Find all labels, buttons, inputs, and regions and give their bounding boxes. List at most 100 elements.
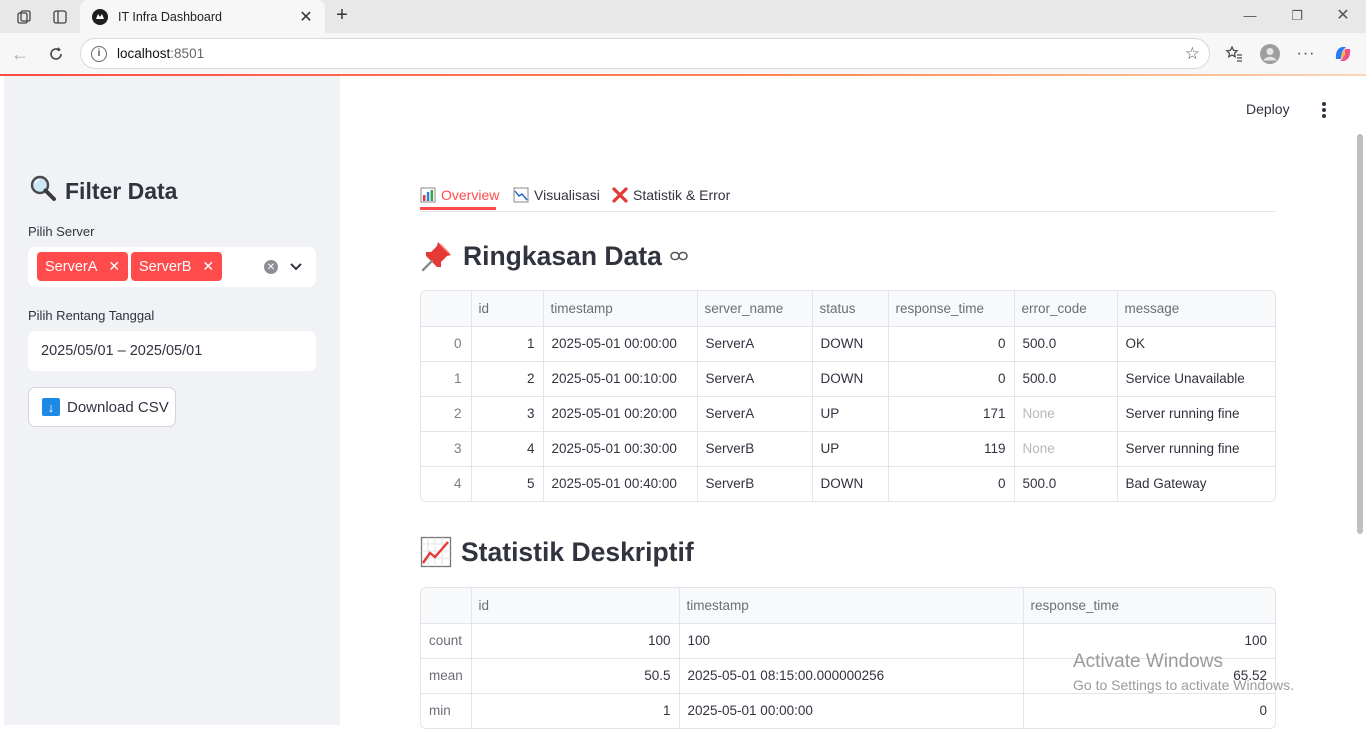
server-chip[interactable]: ServerB ✕: [131, 252, 223, 281]
column-header[interactable]: status: [812, 291, 889, 327]
table-cell[interactable]: 65.52: [1023, 658, 1275, 694]
table-cell[interactable]: Server running fine: [1117, 431, 1275, 467]
chevron-down-icon[interactable]: [288, 257, 304, 277]
pushpin-icon: [420, 239, 454, 273]
tab-actions-icon[interactable]: [49, 6, 71, 28]
scrollbar[interactable]: [1357, 134, 1363, 534]
column-header[interactable]: message: [1117, 291, 1275, 327]
table-cell[interactable]: 2025-05-01 00:10:00: [543, 361, 698, 397]
table-cell[interactable]: 171: [888, 396, 1015, 432]
table-cell-null[interactable]: None: [1014, 431, 1118, 467]
table-cell[interactable]: 2025-05-01 08:15:00.000000256: [679, 658, 1024, 694]
tab-visualisasi[interactable]: Visualisasi: [513, 182, 600, 208]
url-input[interactable]: i localhost:8501 ☆: [80, 38, 1210, 69]
down-arrow-icon: ↓: [42, 398, 60, 416]
browser-tab-active[interactable]: IT Infra Dashboard ✕: [80, 0, 325, 33]
table-cell[interactable]: 2025-05-01 00:30:00: [543, 431, 698, 467]
column-header[interactable]: response_time: [888, 291, 1015, 327]
table-cell[interactable]: 2025-05-01 00:00:00: [679, 693, 1024, 728]
favorites-icon[interactable]: [1222, 42, 1246, 66]
remove-chip-icon[interactable]: ✕: [202, 258, 214, 275]
more-menu-icon[interactable]: ···: [1294, 42, 1318, 66]
favorite-star-icon[interactable]: ☆: [1185, 44, 1200, 64]
table-cell[interactable]: 100: [471, 623, 680, 659]
table-cell[interactable]: Service Unavailable: [1117, 361, 1275, 397]
workspaces-icon[interactable]: [13, 6, 35, 28]
tab-visualisasi-label: Visualisasi: [534, 187, 600, 203]
table-cell[interactable]: 2025-05-01 00:20:00: [543, 396, 698, 432]
column-header[interactable]: server_name: [697, 291, 813, 327]
table-cell[interactable]: ServerA: [697, 326, 813, 362]
column-header[interactable]: id: [471, 291, 544, 327]
copilot-icon[interactable]: [1331, 42, 1355, 66]
table-cell[interactable]: Bad Gateway: [1117, 466, 1275, 501]
table-cell[interactable]: UP: [812, 396, 889, 432]
column-header[interactable]: timestamp: [543, 291, 698, 327]
back-icon[interactable]: ←: [8, 42, 32, 66]
main-menu-icon[interactable]: [1318, 100, 1330, 120]
site-info-icon[interactable]: i: [91, 45, 107, 62]
tab-statistik-error-label: Statistik & Error: [633, 187, 731, 203]
table-cell[interactable]: DOWN: [812, 466, 889, 501]
table-cell[interactable]: UP: [812, 431, 889, 467]
table-cell[interactable]: Server running fine: [1117, 396, 1275, 432]
column-header[interactable]: [421, 291, 472, 327]
summary-table[interactable]: id timestamp server_name status response…: [420, 290, 1276, 502]
table-cell-null[interactable]: None: [1014, 396, 1118, 432]
column-header[interactable]: id: [471, 588, 680, 624]
table-cell[interactable]: 500.0: [1014, 361, 1118, 397]
table-cell[interactable]: ServerA: [697, 361, 813, 397]
table-cell[interactable]: 1: [471, 326, 544, 362]
server-chip[interactable]: ServerA ✕: [37, 252, 129, 281]
stats-table[interactable]: id timestamp response_time count 100 100…: [420, 587, 1276, 729]
column-header[interactable]: response_time: [1023, 588, 1275, 624]
restore-icon[interactable]: ❐: [1282, 6, 1312, 26]
reload-icon[interactable]: [44, 42, 68, 66]
anchor-link-icon[interactable]: [670, 251, 688, 261]
deploy-button[interactable]: Deploy: [1246, 101, 1290, 117]
browser-tab-bar: IT Infra Dashboard ✕ + — ❐ ✕: [0, 0, 1366, 33]
streamlit-favicon-icon: [92, 8, 108, 25]
table-cell[interactable]: 3: [471, 396, 544, 432]
table-cell[interactable]: 1: [471, 693, 680, 728]
table-cell[interactable]: 0: [888, 466, 1015, 501]
minimize-icon[interactable]: —: [1235, 6, 1265, 26]
table-cell[interactable]: ServerA: [697, 396, 813, 432]
table-cell[interactable]: 500.0: [1014, 326, 1118, 362]
table-cell[interactable]: 100: [1023, 623, 1275, 659]
table-cell[interactable]: 2025-05-01 00:40:00: [543, 466, 698, 501]
close-tab-icon[interactable]: ✕: [297, 7, 315, 27]
table-cell[interactable]: 119: [888, 431, 1015, 467]
table-row: 0 1 2025-05-01 00:00:00 ServerA DOWN 0 5…: [421, 326, 1275, 362]
column-header[interactable]: error_code: [1014, 291, 1118, 327]
table-cell[interactable]: DOWN: [812, 361, 889, 397]
row-index: 2: [421, 396, 472, 432]
table-cell[interactable]: 2: [471, 361, 544, 397]
table-cell[interactable]: 0: [888, 326, 1015, 362]
date-range-input[interactable]: 2025/05/01 – 2025/05/01: [28, 331, 316, 371]
new-tab-icon[interactable]: +: [331, 4, 353, 28]
profile-avatar-icon[interactable]: [1258, 42, 1282, 66]
column-header[interactable]: timestamp: [679, 588, 1024, 624]
table-cell[interactable]: 0: [1023, 693, 1275, 728]
server-multiselect[interactable]: ServerA ✕ ServerB ✕ ✕: [28, 247, 316, 287]
table-cell[interactable]: 5: [471, 466, 544, 501]
table-cell[interactable]: ServerB: [697, 466, 813, 501]
column-header[interactable]: [421, 588, 472, 624]
table-cell[interactable]: 50.5: [471, 658, 680, 694]
table-cell[interactable]: DOWN: [812, 326, 889, 362]
clear-all-icon[interactable]: ✕: [264, 260, 278, 274]
active-tab-indicator: [420, 207, 496, 210]
table-cell[interactable]: 4: [471, 431, 544, 467]
window-close-icon[interactable]: ✕: [1328, 6, 1358, 26]
tab-statistik-error[interactable]: Statistik & Error: [612, 182, 730, 208]
remove-chip-icon[interactable]: ✕: [108, 258, 120, 275]
tab-overview[interactable]: Overview: [420, 182, 499, 210]
table-cell[interactable]: OK: [1117, 326, 1275, 362]
table-cell[interactable]: 100: [679, 623, 1024, 659]
table-cell[interactable]: 2025-05-01 00:00:00: [543, 326, 698, 362]
table-cell[interactable]: ServerB: [697, 431, 813, 467]
table-cell[interactable]: 0: [888, 361, 1015, 397]
table-cell[interactable]: 500.0: [1014, 466, 1118, 501]
download-csv-button[interactable]: ↓ Download CSV: [28, 387, 176, 427]
